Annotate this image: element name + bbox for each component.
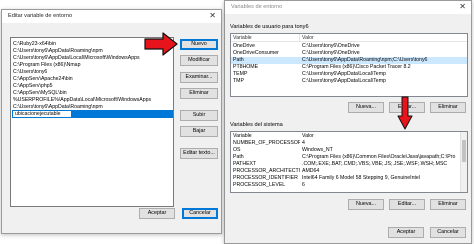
variable-name-cell: PT8HOME (233, 64, 259, 70)
variable-value-cell: .COM;.EXE;.BAT;.CMD;.VBS;.VBE;.JS;.JSE;.… (302, 161, 448, 167)
edit-cancel-button[interactable]: Cancelar (182, 208, 218, 219)
table-header: Variable Valor (231, 34, 467, 42)
variable-name-cell: OneDrive (233, 43, 255, 49)
table-row[interactable]: NUMBER_OF_PROCESSORS 4 (231, 140, 467, 147)
column-header-variable[interactable]: Variable (231, 34, 300, 42)
edit-selection-highlight (72, 110, 173, 118)
system-edit-button[interactable]: Editar... (389, 199, 425, 210)
system-new-button[interactable]: Nueva... (348, 199, 384, 210)
system-delete-button[interactable]: Eliminar (430, 199, 466, 210)
variable-value-cell: C:\Users\tony6\AppData\Roaming\npm;C:\Us… (302, 57, 428, 63)
variable-name-cell: Path (233, 154, 244, 160)
table-row[interactable]: PATHEXT .COM;.EXE;.BAT;.CMD;.VBS;.VBE;.JS… (231, 161, 467, 168)
table-row[interactable]: OS Windows_NT (231, 147, 467, 154)
list-item[interactable]: C:\AppServ\MySQL\bin (13, 90, 171, 97)
annotation-arrow-right-icon (144, 32, 178, 56)
list-item[interactable]: C:\AppServ\php5 (13, 83, 171, 90)
table-row[interactable]: OneDrive C:\Users\tony6\OneDrive (231, 43, 467, 50)
variable-name-cell: TMP (233, 78, 244, 84)
column-header-value: Valor (302, 133, 314, 139)
scrollbar-thumb[interactable] (462, 140, 466, 162)
variable-value-cell: 6 (302, 182, 305, 188)
list-item[interactable]: C:\Users\tony6\AppData\Local\Microsoft\W… (13, 55, 171, 62)
variable-name-cell: PROCESSOR_ARCHITECTURE (233, 168, 300, 174)
new-button[interactable]: Nuevo (180, 39, 218, 50)
variable-value-cell: AMD64 (302, 168, 320, 174)
list-item[interactable]: %USERPROFILE%\AppData\Local\Microsoft\Wi… (13, 97, 171, 104)
table-row[interactable]: PROCESSOR_ARCHITECTUREAMD64 (231, 168, 467, 175)
edit-variable-window: Editar variable de entorno ✕ C:\Ruby23-x… (1, 9, 222, 234)
list-item[interactable]: C:\AppServ\Apache24\bin (13, 76, 171, 83)
system-variables-table: Variable Valor NUMBER_OF_PROCESSORS 4 OS Wind… (230, 131, 468, 193)
list-item[interactable]: C:\Users\tony6 (13, 69, 171, 76)
path-entries-list[interactable]: C:\Ruby23-x64\bin C:\Users\tony6\AppData\… (10, 37, 174, 207)
modify-button[interactable]: Modificar (180, 55, 218, 66)
edit-window-title: Editar variable de entorno (8, 13, 73, 19)
variable-name-cell: OS (233, 147, 241, 153)
move-up-button[interactable]: Subir (180, 110, 218, 121)
variable-value-cell: C:\Program Files (x86)\Common Files\Orac… (302, 154, 456, 160)
column-header-value[interactable]: Valor (300, 34, 467, 42)
edit-ok-button[interactable]: Aceptar (139, 208, 175, 219)
table-row[interactable]: PT8HOME C:\Program Files (x86)\Cisco Pack… (231, 64, 467, 71)
variable-name-cell: PROCESSOR_IDENTIFIER (233, 175, 298, 181)
env-ok-button[interactable]: Aceptar (388, 227, 424, 238)
variable-value-cell: C:\Program Files (x86)\Cisco Packet Trac… (302, 64, 411, 70)
table-row[interactable]: OneDriveConsumer C:\Users\tony6\OneDrive (231, 50, 467, 57)
table-row[interactable]: Path C:\Users\tony6\AppData\Roaming\npm;C… (231, 57, 467, 64)
close-icon[interactable]: ✕ (209, 11, 216, 21)
variable-name-cell: TEMP (233, 71, 248, 77)
env-window-title: Variables de entorno (231, 4, 283, 10)
variable-value-cell: C:\Users\tony6\OneDrive (302, 43, 360, 49)
close-icon[interactable]: ✕ (459, 2, 466, 12)
user-variables-label: Variables de usuario para tony6 (230, 24, 309, 30)
browse-button[interactable]: Examinar... (180, 72, 218, 83)
environment-variables-window: Variables de entorno ✕ Variables de usua… (224, 0, 472, 244)
env-cancel-button[interactable]: Cancelar (430, 227, 466, 238)
variable-name-cell: PROCESSOR_LEVEL (233, 182, 286, 188)
list-item[interactable]: C:\Program Files (x86)\Nmap (13, 62, 171, 69)
table-header[interactable]: Variable Valor (231, 133, 467, 140)
variable-value-cell: Windows_NT (302, 147, 333, 153)
annotation-arrow-down-icon (397, 96, 413, 130)
path-entry-edit-field[interactable]: ubicacionejecutable (12, 110, 72, 118)
variable-name-cell: NUMBER_OF_PROCESSORS (233, 140, 300, 146)
column-header-variable: Variable (233, 133, 252, 139)
move-down-button[interactable]: Bajar (180, 126, 218, 137)
edit-titlebar[interactable]: Editar variable de entorno ✕ (2, 10, 221, 23)
variable-value-cell: Intel64 Family 6 Model 58 Stepping 9, Ge… (302, 175, 420, 181)
system-table-scrollbar[interactable] (460, 132, 467, 192)
variable-value-cell: 4 (302, 140, 305, 146)
system-variables-label: Variables del sistema (230, 122, 283, 128)
variable-name-cell: OneDriveConsumer (233, 50, 279, 56)
variable-name-cell: Path (233, 57, 244, 63)
table-row[interactable]: PROCESSOR_LEVEL 6 (231, 182, 467, 189)
user-delete-button[interactable]: Eliminar (430, 102, 466, 113)
user-variables-table: Variable Valor OneDrive C:\Users\tony6\On… (230, 33, 468, 97)
table-row[interactable]: Path C:\Program Files (x86)\Common Files\… (231, 154, 467, 161)
variable-value-cell: C:\Users\tony6\OneDrive (302, 50, 360, 56)
table-row[interactable]: PROCESSOR_IDENTIFIER Intel64 Family 6 Mod… (231, 175, 467, 182)
variable-value-cell: C:\Users\tony6\AppData\Local\Temp (302, 78, 386, 84)
table-row[interactable]: TMP C:\Users\tony6\AppData\Local\Temp (231, 78, 467, 85)
variable-name-cell: PATHEXT (233, 161, 257, 167)
edit-text-button[interactable]: Editar texto... (180, 148, 218, 159)
env-titlebar[interactable]: Variables de entorno ✕ (225, 1, 471, 14)
variable-value-cell: C:\Users\tony6\AppData\Local\Temp (302, 71, 386, 77)
table-row[interactable]: TEMP C:\Users\tony6\AppData\Local\Temp (231, 71, 467, 78)
delete-button[interactable]: Eliminar (180, 88, 218, 99)
user-new-button[interactable]: Nueva... (348, 102, 384, 113)
